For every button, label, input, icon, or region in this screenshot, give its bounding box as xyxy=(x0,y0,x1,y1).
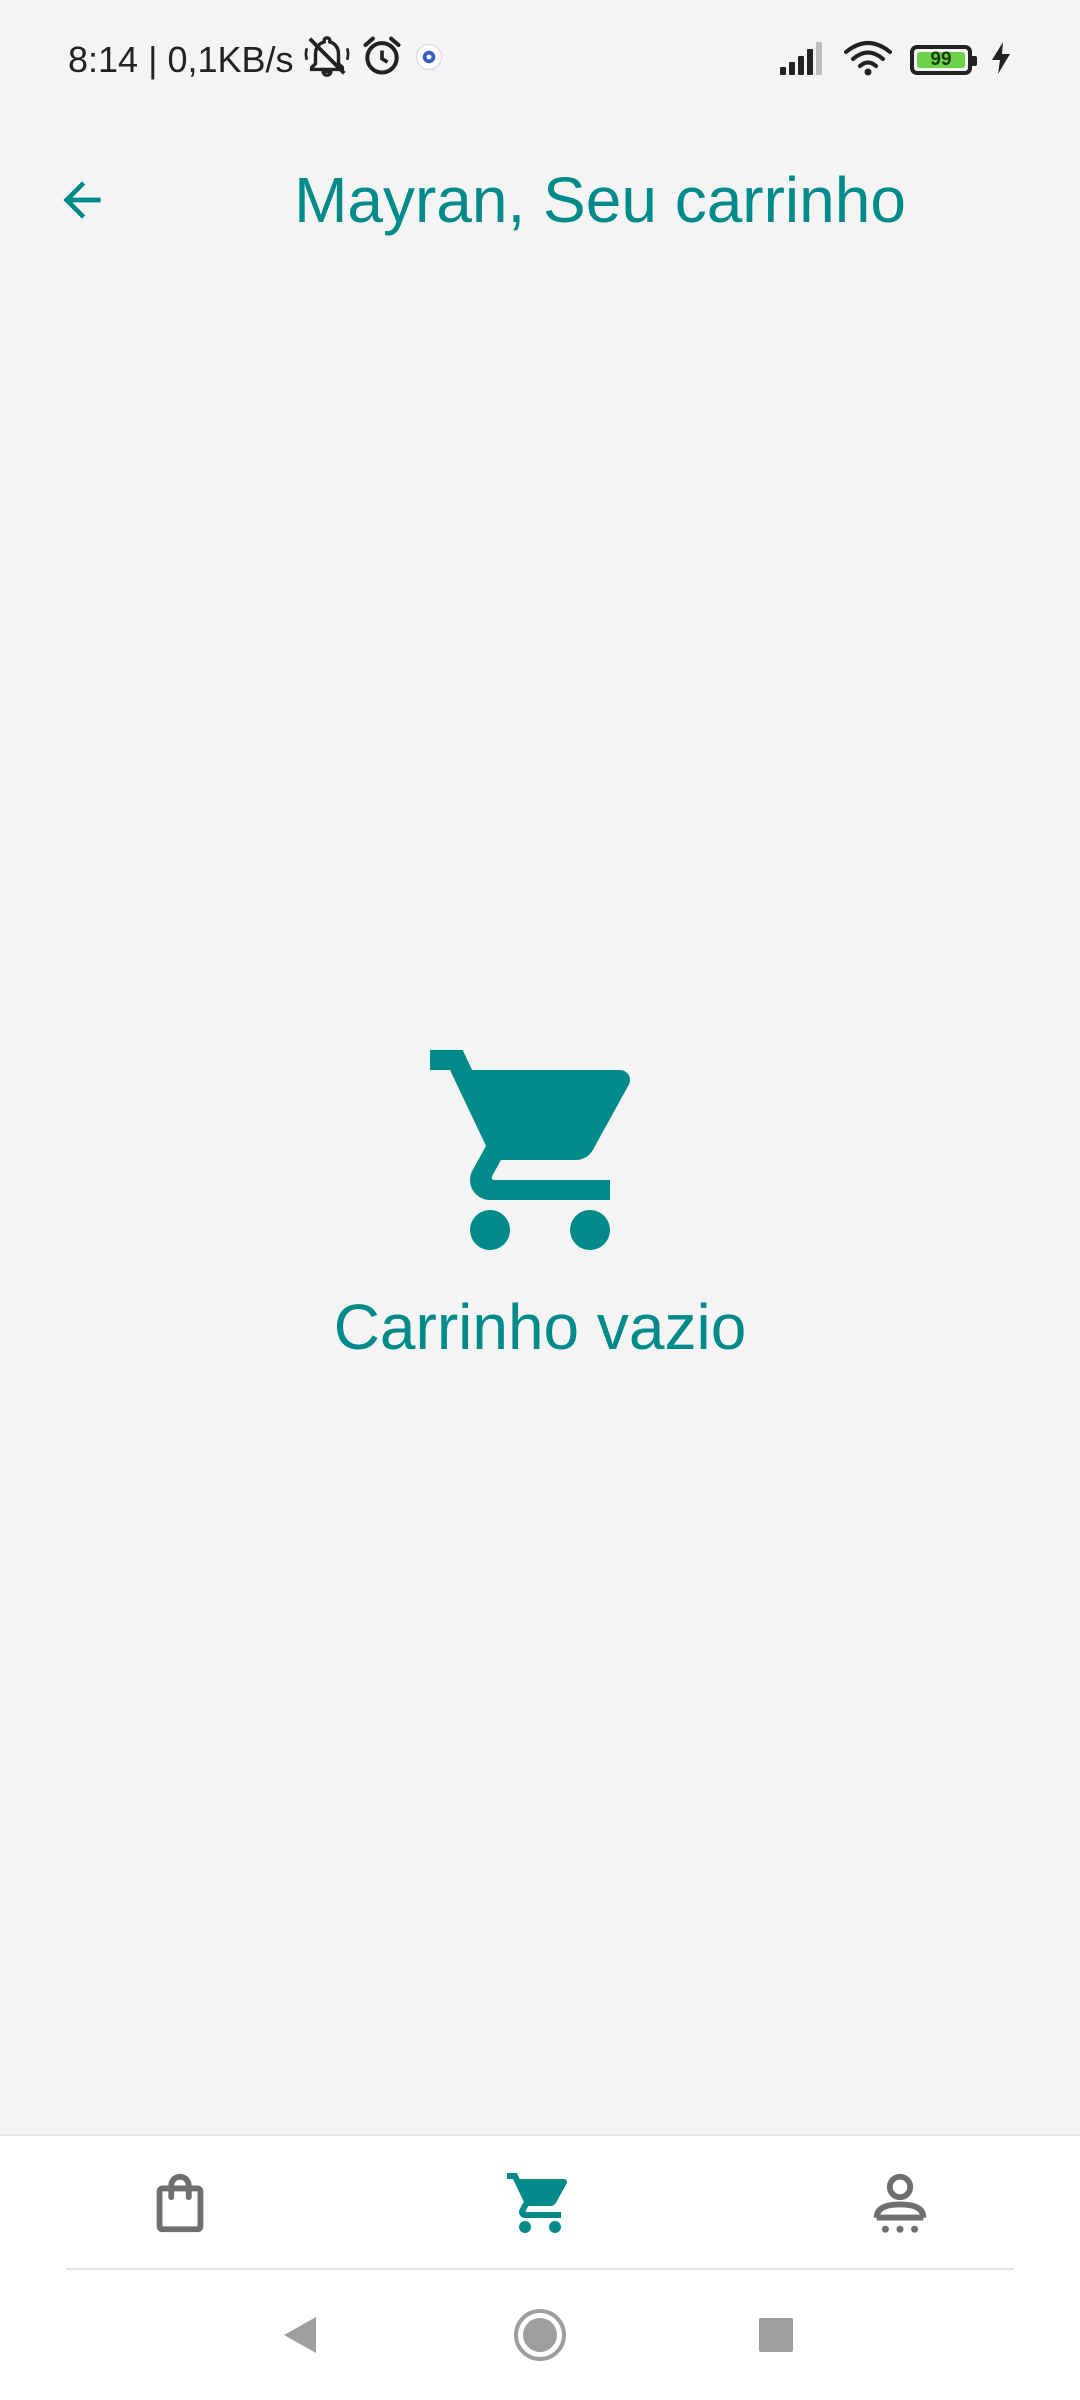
shopping-cart-icon xyxy=(430,1050,631,1250)
wifi-icon xyxy=(844,40,892,81)
status-separator: | xyxy=(148,39,158,80)
network-speed: 0,1KB/s xyxy=(167,39,294,80)
charging-icon xyxy=(990,41,1012,80)
header: Mayran, Seu carrinho xyxy=(0,140,1080,260)
bottom-navigation xyxy=(0,2134,1080,2270)
shopping-cart-icon xyxy=(507,2173,568,2233)
nav-item-shop[interactable] xyxy=(100,2148,260,2258)
recents-square-icon xyxy=(759,2318,793,2352)
back-button[interactable] xyxy=(40,158,124,242)
arrow-left-icon xyxy=(63,181,101,219)
status-time: 8:14 xyxy=(68,39,139,80)
signal-icon xyxy=(778,41,826,80)
back-triangle-icon xyxy=(284,2317,316,2353)
system-navigation-bar xyxy=(0,2270,1080,2400)
status-right: 99 xyxy=(778,36,1012,84)
shopping-bag-icon xyxy=(156,2173,204,2233)
home-circle-icon xyxy=(514,2309,566,2361)
nav-item-cart[interactable] xyxy=(460,2148,620,2258)
nav-item-profile[interactable] xyxy=(820,2148,980,2258)
status-left: 8:14 | 0,1KB/s xyxy=(68,34,444,87)
profile-icon xyxy=(873,2173,927,2233)
battery-level: 99 xyxy=(930,49,952,70)
page-title: Mayran, Seu carrinho xyxy=(294,164,906,236)
alarm-icon xyxy=(360,34,404,87)
app-notification-icon xyxy=(414,39,444,81)
system-recents-button[interactable] xyxy=(736,2295,816,2375)
system-back-button[interactable] xyxy=(260,2295,340,2375)
empty-cart-state: Carrinho vazio xyxy=(0,1030,1080,1364)
system-home-button[interactable] xyxy=(500,2295,580,2375)
empty-cart-label: Carrinho vazio xyxy=(333,1291,747,1363)
mute-icon xyxy=(304,33,350,88)
battery-icon: 99 xyxy=(910,45,977,75)
status-bar: 8:14 | 0,1KB/s 99 xyxy=(0,0,1080,120)
